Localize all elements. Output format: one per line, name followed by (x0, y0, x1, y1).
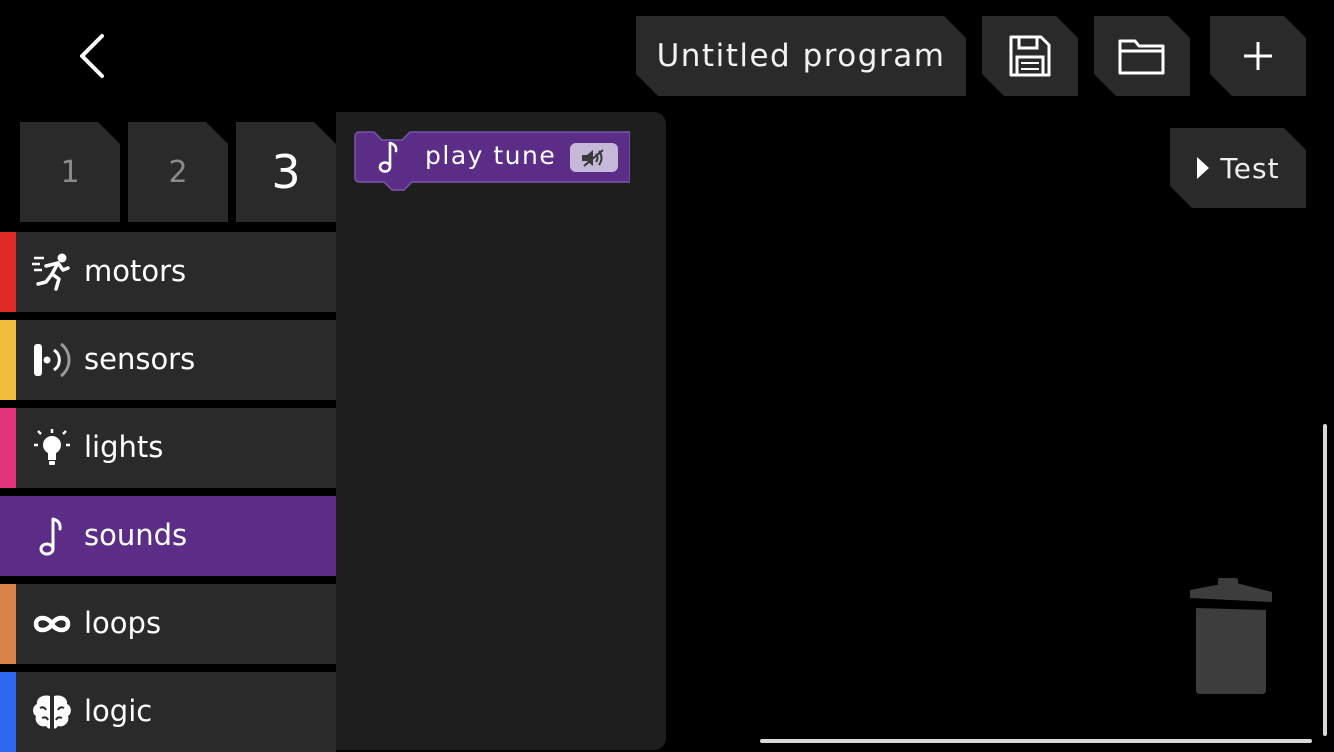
category-label: sensors (84, 342, 196, 376)
page-tab-label: 3 (271, 145, 301, 199)
music-note-icon (30, 516, 74, 556)
lightbulb-icon (30, 428, 74, 468)
page-tab-1[interactable]: 1 (20, 122, 120, 222)
category-label: lights (84, 430, 164, 464)
category-label: motors (84, 254, 187, 288)
category-color-stripe (0, 496, 18, 576)
page-tab-label: 2 (168, 154, 188, 190)
category-color-stripe (0, 408, 18, 488)
category-label: loops (84, 606, 162, 640)
category-motors[interactable]: motors (0, 232, 336, 312)
open-folder-button[interactable] (1094, 16, 1190, 96)
page-tab-3[interactable]: 3 (236, 122, 336, 222)
save-button[interactable] (982, 16, 1078, 96)
category-color-stripe (0, 672, 18, 752)
speaker-icon (582, 148, 604, 167)
program-name-label: Untitled program (656, 38, 946, 74)
infinity-icon (30, 604, 74, 644)
play-tune-label: play tune (425, 141, 557, 170)
test-button-label: Test (1220, 151, 1280, 185)
page-tab-2[interactable]: 2 (128, 122, 228, 222)
category-label: logic (84, 694, 153, 728)
category-label: sounds (84, 518, 188, 552)
trash-can-icon[interactable] (1188, 578, 1274, 696)
category-sensors[interactable]: sensors (0, 320, 336, 400)
music-note-icon (378, 141, 398, 173)
category-color-stripe (0, 232, 18, 312)
chevron-left-icon (80, 34, 104, 78)
floppy-disk-icon (1007, 33, 1053, 79)
sensor-icon (30, 340, 74, 380)
play-triangle-icon (1196, 156, 1210, 180)
play-tune-block[interactable]: play tune (354, 131, 630, 191)
back-button[interactable] (64, 28, 120, 84)
test-button[interactable]: Test (1170, 128, 1306, 208)
brain-icon (30, 692, 74, 732)
category-color-stripe (0, 320, 18, 400)
block-palette (336, 112, 666, 750)
category-logic[interactable]: logic (0, 672, 336, 752)
page-tab-label: 1 (60, 154, 80, 190)
horizontal-scrollbar[interactable] (760, 739, 1312, 743)
running-person-icon (30, 252, 74, 292)
category-lights[interactable]: lights (0, 408, 336, 488)
new-program-button[interactable] (1210, 16, 1306, 96)
program-name-button[interactable]: Untitled program (636, 16, 966, 96)
plus-icon (1241, 39, 1275, 73)
category-loops[interactable]: loops (0, 584, 336, 664)
category-sounds[interactable]: sounds (0, 496, 336, 576)
folder-icon (1117, 35, 1167, 77)
vertical-scrollbar[interactable] (1323, 424, 1327, 736)
tune-selector[interactable] (570, 143, 618, 172)
category-color-stripe (0, 584, 18, 664)
